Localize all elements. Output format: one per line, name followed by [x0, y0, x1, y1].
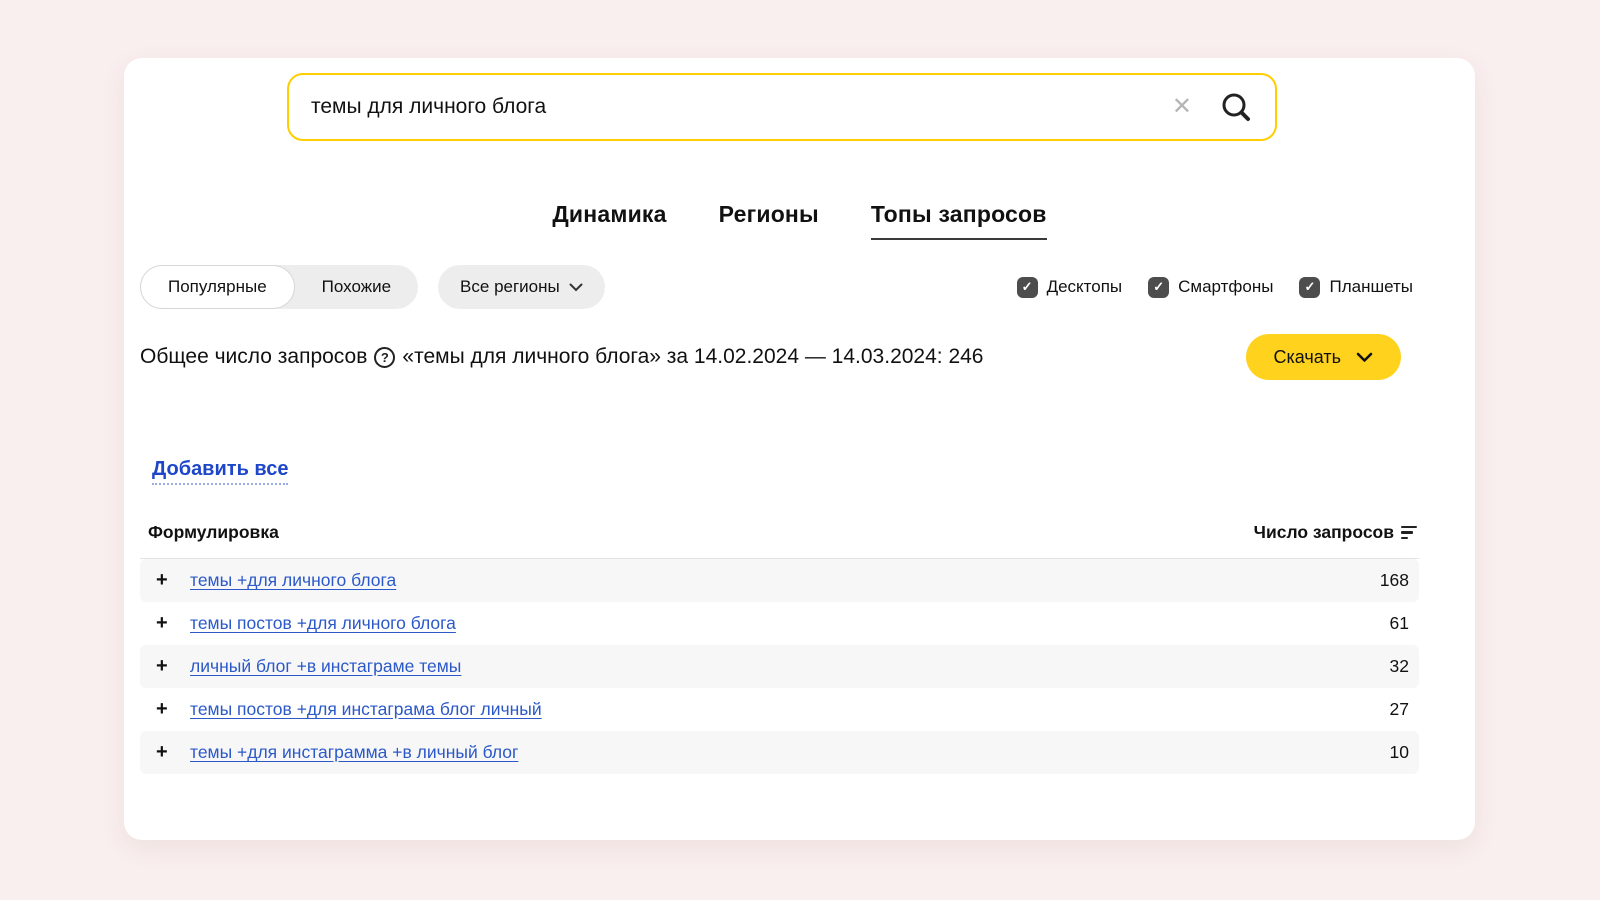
summary-row: Общее число запросов ? «темы для личного…	[140, 334, 1401, 380]
phrase-count: 27	[1390, 699, 1409, 720]
phrase-count: 168	[1380, 570, 1409, 591]
search-input[interactable]	[289, 75, 1172, 139]
chevron-down-icon	[1356, 352, 1373, 363]
toggle-similar[interactable]: Похожие	[295, 265, 418, 309]
column-phrase-header: Формулировка	[148, 522, 279, 543]
plus-icon[interactable]: +	[156, 698, 174, 721]
phrase-count: 61	[1390, 613, 1409, 634]
phrase-link[interactable]: темы постов +для инстаграма блог личный	[190, 699, 542, 720]
checkbox-checked-icon[interactable]: ✓	[1148, 277, 1169, 298]
region-selector[interactable]: Все регионы	[438, 265, 605, 309]
tab-dynamics[interactable]: Динамика	[552, 201, 666, 240]
phrase-count: 10	[1390, 742, 1409, 763]
table-row: + личный блог +в инстаграме темы 32	[140, 645, 1419, 688]
phrase-link[interactable]: темы +для инстаграмма +в личный блог	[190, 742, 518, 763]
filter-row: Популярные Похожие Все регионы ✓ Десктоп…	[140, 265, 1413, 309]
region-selector-label: Все регионы	[460, 277, 560, 297]
chevron-down-icon	[569, 283, 583, 292]
device-tablets-label: Планшеты	[1329, 277, 1413, 297]
column-count-header[interactable]: Число запросов	[1254, 522, 1417, 543]
device-desktops-label: Десктопы	[1047, 277, 1123, 297]
add-all-link[interactable]: Добавить все	[152, 458, 288, 485]
tab-bar: Динамика Регионы Топы запросов	[124, 201, 1475, 240]
clear-icon[interactable]: ✕	[1172, 95, 1192, 119]
table-row: + темы постов +для инстаграма блог личны…	[140, 688, 1419, 731]
toggle-popular[interactable]: Популярные	[140, 265, 295, 309]
plus-icon[interactable]: +	[156, 569, 174, 592]
table-row: + темы +для личного блога 168	[140, 559, 1419, 602]
device-desktops[interactable]: ✓ Десктопы	[1017, 277, 1123, 298]
phrase-link[interactable]: личный блог +в инстаграме темы	[190, 656, 461, 677]
sort-icon[interactable]	[1401, 526, 1417, 540]
device-smartphones[interactable]: ✓ Смартфоны	[1148, 277, 1273, 298]
device-filters: ✓ Десктопы ✓ Смартфоны ✓ Планшеты	[1017, 277, 1413, 298]
plus-icon[interactable]: +	[156, 612, 174, 635]
phrase-link[interactable]: темы постов +для личного блога	[190, 613, 456, 634]
table-row: + темы постов +для личного блога 61	[140, 602, 1419, 645]
download-button[interactable]: Скачать	[1246, 334, 1402, 380]
tab-top-queries[interactable]: Топы запросов	[871, 201, 1047, 240]
plus-icon[interactable]: +	[156, 655, 174, 678]
table-header: Формулировка Число запросов	[140, 522, 1419, 559]
phrase-link[interactable]: темы +для личного блога	[190, 570, 396, 591]
total-queries-prefix: Общее число запросов	[140, 345, 367, 369]
results-table: Формулировка Число запросов + темы +для …	[140, 522, 1419, 774]
plus-icon[interactable]: +	[156, 741, 174, 764]
query-type-toggle: Популярные Похожие	[140, 265, 418, 309]
checkbox-checked-icon[interactable]: ✓	[1299, 277, 1320, 298]
device-smartphones-label: Смартфоны	[1178, 277, 1273, 297]
table-row: + темы +для инстаграмма +в личный блог 1…	[140, 731, 1419, 774]
phrase-count: 32	[1390, 656, 1409, 677]
download-button-label: Скачать	[1274, 347, 1342, 368]
total-queries-text: Общее число запросов ? «темы для личного…	[140, 345, 984, 369]
total-queries-value: «темы для личного блога» за 14.02.2024 —…	[402, 345, 983, 369]
column-count-label: Число запросов	[1254, 522, 1394, 543]
search-bar: ✕	[287, 73, 1277, 141]
help-icon[interactable]: ?	[374, 347, 395, 368]
checkbox-checked-icon[interactable]: ✓	[1017, 277, 1038, 298]
tab-regions[interactable]: Регионы	[719, 201, 819, 240]
device-tablets[interactable]: ✓ Планшеты	[1299, 277, 1413, 298]
search-icon[interactable]	[1220, 91, 1253, 124]
main-card: ✕ Динамика Регионы Топы запросов Популяр…	[124, 58, 1475, 840]
